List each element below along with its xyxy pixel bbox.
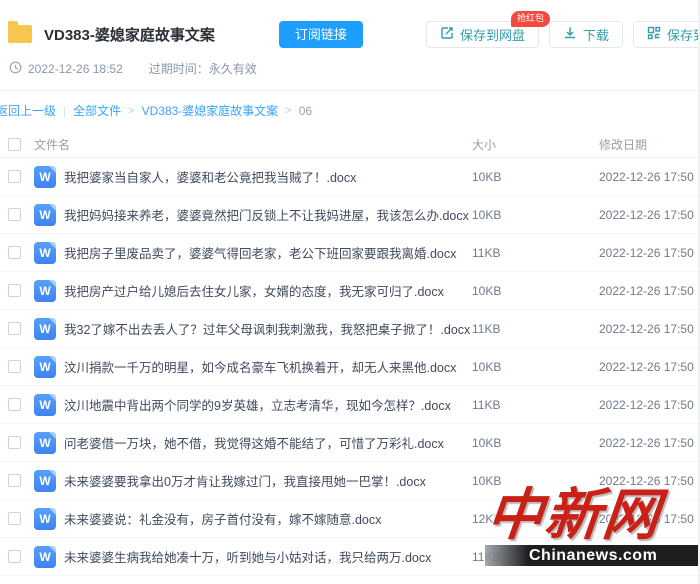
table-row[interactable]: W 问老婆借一万块，她不借，我觉得这婚不能结了，可惜了万彩礼.docx 10KB… <box>0 424 700 462</box>
table-row[interactable]: W 汶川捐款一千万的明星，如今成名豪车飞机换着开，却无人来黑他.docx 10K… <box>0 348 700 386</box>
row-checkbox[interactable] <box>8 512 21 525</box>
row-checkbox[interactable] <box>8 398 21 411</box>
table-row[interactable]: W 我把妈妈接来养老，婆婆竟然把门反锁上不让我妈进屋，我该怎么办.docx 10… <box>0 196 700 234</box>
row-checkbox[interactable] <box>8 208 21 221</box>
select-all-checkbox[interactable] <box>8 138 21 151</box>
file-name[interactable]: 我32了嫁不出去丢人了？过年父母讽刺我刺激我，我怒把桌子掀了！.docx <box>64 319 472 338</box>
file-date: 2022-12-26 17:50 <box>599 322 700 336</box>
save-to-netdisk-label: 保存到网盘 <box>460 25 525 44</box>
clock-icon <box>9 61 22 77</box>
file-list: W 我把婆家当自家人，婆婆和老公竟把我当贼了！.docx 10KB 2022-1… <box>0 158 700 576</box>
breadcrumb-back-link[interactable]: 返回上一级 <box>0 102 56 119</box>
file-date: 2022-12-26 17:50 <box>599 246 700 260</box>
download-label: 下载 <box>583 25 609 44</box>
file-name[interactable]: 汶川捐款一千万的明星，如今成名豪车飞机换着开，却无人来黑他.docx <box>64 357 472 376</box>
file-size: 11KB <box>472 550 599 564</box>
word-doc-icon: W <box>34 356 56 378</box>
row-checkbox[interactable] <box>8 550 21 563</box>
table-row-partial[interactable] <box>0 576 700 584</box>
file-size: 10KB <box>472 284 599 298</box>
row-checkbox[interactable] <box>8 322 21 335</box>
file-date: 2022-12-26 17:50 <box>599 512 700 526</box>
row-checkbox[interactable] <box>8 360 21 373</box>
word-doc-icon: W <box>34 204 56 226</box>
file-size: 10KB <box>472 360 599 374</box>
file-date: 2022-12-26 17:50 <box>599 360 700 374</box>
file-size: 10KB <box>472 170 599 184</box>
word-doc-icon: W <box>34 546 56 568</box>
file-size: 12KB <box>472 512 599 526</box>
page-title: VD383-婆媳家庭故事文案 <box>44 24 215 45</box>
column-size: 大小 <box>472 136 599 153</box>
row-checkbox[interactable] <box>8 170 21 183</box>
word-doc-icon: W <box>34 394 56 416</box>
file-size: 10KB <box>472 436 599 450</box>
word-doc-icon: W <box>34 508 56 530</box>
word-doc-icon: W <box>34 166 56 188</box>
table-row[interactable]: W 未来婆婆生病我给她凑十万，听到她与小姑对话，我只给两万.docx 11KB … <box>0 538 700 576</box>
file-share-page: VD383-婆媳家庭故事文案 订阅链接 抢红包 保存到网盘 <box>0 0 700 584</box>
table-row[interactable]: W 我把房产过户给儿媳后去住女儿家，女婿的态度，我无家可归了.docx 10KB… <box>0 272 700 310</box>
table-row[interactable]: W 未来婆婆要我拿出0万才肯让我嫁过门，我直接甩她一巴掌！.docx 10KB … <box>0 462 700 500</box>
file-size: 10KB <box>472 208 599 222</box>
file-date: 2022-12-26 17:50 <box>599 550 700 564</box>
save-to-phone-button[interactable]: 保存到手机 <box>633 21 700 48</box>
breadcrumb: 返回上一级 | 全部文件 > VD383-婆媳家庭故事文案 > 06 <box>0 91 700 119</box>
file-date: 2022-12-26 17:50 <box>599 436 700 450</box>
download-icon <box>563 26 577 43</box>
table-row[interactable]: W 我把婆家当自家人，婆婆和老公竟把我当贼了！.docx 10KB 2022-1… <box>0 158 700 196</box>
download-button[interactable]: 下载 <box>549 21 623 48</box>
file-date: 2022-12-26 17:50 <box>599 398 700 412</box>
word-doc-icon: W <box>34 318 56 340</box>
table-row[interactable]: W 我把房子里废品卖了，婆婆气得回老家，老公下班回家要跟我离婚.docx 11K… <box>0 234 700 272</box>
file-size: 10KB <box>472 474 599 488</box>
file-date: 2022-12-26 17:50 <box>599 284 700 298</box>
column-date: 修改日期 <box>599 136 700 153</box>
file-name[interactable]: 我把妈妈接来养老，婆婆竟然把门反锁上不让我妈进屋，我该怎么办.docx <box>64 205 472 224</box>
file-name[interactable]: 未来婆婆生病我给她凑十万，听到她与小姑对话，我只给两万.docx <box>64 547 472 566</box>
red-packet-badge: 抢红包 <box>511 11 550 27</box>
word-doc-icon: W <box>34 470 56 492</box>
share-time: 2022-12-26 18:52 <box>28 62 123 76</box>
breadcrumb-all-files-link[interactable]: 全部文件 <box>73 102 121 119</box>
file-name[interactable]: 问老婆借一万块，她不借，我觉得这婚不能结了，可惜了万彩礼.docx <box>64 433 472 452</box>
phone-qr-icon <box>647 26 661 43</box>
toolbar: VD383-婆媳家庭故事文案 订阅链接 抢红包 保存到网盘 <box>0 0 700 50</box>
word-doc-icon: W <box>34 280 56 302</box>
column-filename: 文件名 <box>34 136 472 153</box>
table-row[interactable]: W 未来婆婆说：礼金没有，房子首付没有，嫁不嫁随意.docx 12KB 2022… <box>0 500 700 538</box>
file-date: 2022-12-26 17:50 <box>599 208 700 222</box>
file-name[interactable]: 未来婆婆说：礼金没有，房子首付没有，嫁不嫁随意.docx <box>64 509 472 528</box>
save-to-netdisk-icon <box>440 26 454 43</box>
row-checkbox[interactable] <box>8 246 21 259</box>
file-size: 11KB <box>472 398 599 412</box>
table-header: 文件名 大小 修改日期 <box>0 131 700 158</box>
table-row[interactable]: W 汶川地震中背出两个同学的9岁英雄，立志考清华，现如今怎样？.docx 11K… <box>0 386 700 424</box>
file-name[interactable]: 未来婆婆要我拿出0万才肯让我嫁过门，我直接甩她一巴掌！.docx <box>64 471 472 490</box>
file-name[interactable]: 汶川地震中背出两个同学的9岁英雄，立志考清华，现如今怎样？.docx <box>64 395 472 414</box>
file-date: 2022-12-26 17:50 <box>599 474 700 488</box>
table-row[interactable]: W 我32了嫁不出去丢人了？过年父母讽刺我刺激我，我怒把桌子掀了！.docx 1… <box>0 310 700 348</box>
expire-info: 过期时间：永久有效 <box>149 60 257 77</box>
row-checkbox[interactable] <box>8 284 21 297</box>
file-size: 11KB <box>472 322 599 336</box>
word-doc-icon: W <box>34 432 56 454</box>
save-to-netdisk-button[interactable]: 抢红包 保存到网盘 <box>426 21 539 48</box>
folder-icon <box>8 25 32 43</box>
subscribe-link-button[interactable]: 订阅链接 <box>279 21 363 48</box>
file-name[interactable]: 我把房子里废品卖了，婆婆气得回老家，老公下班回家要跟我离婚.docx <box>64 243 472 262</box>
file-name[interactable]: 我把婆家当自家人，婆婆和老公竟把我当贼了！.docx <box>64 167 472 186</box>
action-buttons: 抢红包 保存到网盘 下载 <box>426 21 700 48</box>
file-size: 11KB <box>472 246 599 260</box>
save-to-phone-label: 保存到手机 <box>667 25 700 44</box>
row-checkbox[interactable] <box>8 436 21 449</box>
row-checkbox[interactable] <box>8 474 21 487</box>
share-info: 2022-12-26 18:52 过期时间：永久有效 <box>0 50 700 77</box>
file-date: 2022-12-26 17:50 <box>599 170 700 184</box>
breadcrumb-folder-link[interactable]: VD383-婆媳家庭故事文案 <box>142 102 279 119</box>
file-name[interactable]: 我把房产过户给儿媳后去住女儿家，女婿的态度，我无家可归了.docx <box>64 281 472 300</box>
breadcrumb-current: 06 <box>299 104 312 118</box>
word-doc-icon: W <box>34 242 56 264</box>
